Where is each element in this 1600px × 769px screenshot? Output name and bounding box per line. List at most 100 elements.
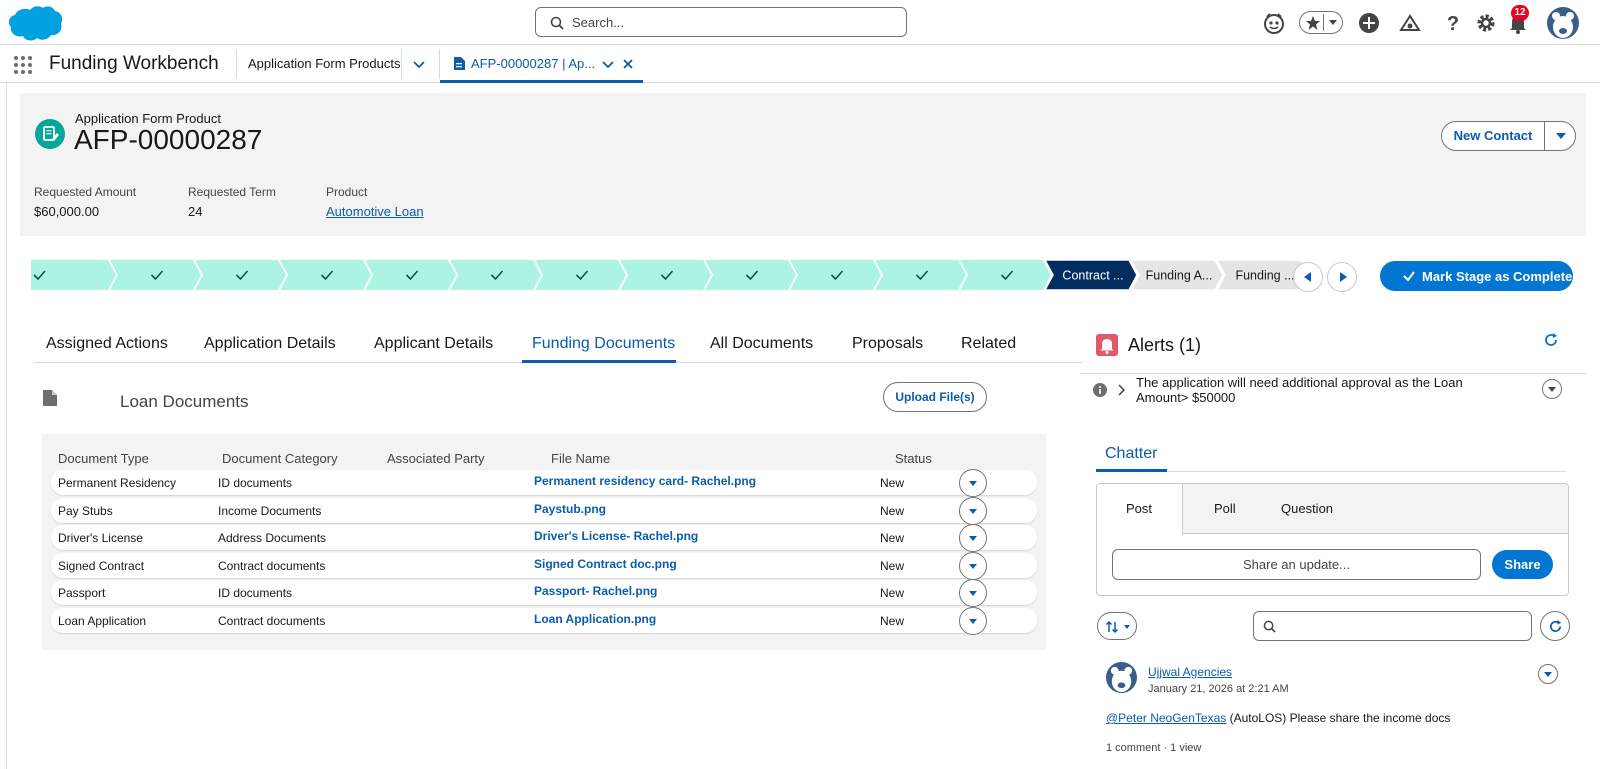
app-launcher-icon[interactable] — [13, 55, 33, 75]
row-actions-menu[interactable] — [959, 606, 987, 635]
alert-actions-menu[interactable] — [1542, 379, 1562, 399]
path-step-complete[interactable] — [875, 260, 966, 290]
tab-proposals[interactable]: Proposals — [852, 335, 923, 353]
svg-text:?: ? — [1447, 13, 1459, 35]
row-actions-menu[interactable] — [959, 524, 987, 552]
search-icon — [1263, 620, 1276, 633]
chevron-down-icon[interactable] — [601, 57, 615, 71]
publisher-tab-post-label: Post — [1126, 501, 1153, 516]
loan-documents-table: Document Type Document Category Associat… — [42, 434, 1046, 650]
gear-icon[interactable] — [1474, 11, 1498, 35]
chevron-down-icon — [969, 481, 977, 486]
tab-application-details[interactable]: Application Details — [204, 335, 336, 353]
chatter-publisher: Post Poll Question Share an update... Sh… — [1096, 483, 1569, 596]
share-update-input[interactable]: Share an update... — [1112, 549, 1481, 580]
refresh-icon[interactable] — [1543, 332, 1559, 348]
tab-related[interactable]: Related — [961, 335, 1016, 353]
publisher-tab-poll[interactable]: Poll — [1214, 501, 1236, 516]
tab-assigned-actions[interactable]: Assigned Actions — [46, 335, 168, 353]
row-actions-menu[interactable] — [959, 469, 987, 497]
app-name: Funding Workbench — [49, 53, 219, 74]
path-step-complete[interactable] — [535, 260, 626, 290]
user-avatar[interactable] — [1547, 7, 1579, 39]
document-type-cell: Permanent Residency — [58, 476, 177, 490]
path-step-complete[interactable] — [960, 260, 1051, 290]
path-steps: Contract ... Funding A... Funding ... — [31, 260, 1306, 290]
post-actions-menu[interactable] — [1538, 664, 1558, 684]
new-contact-button[interactable]: New Contact — [1441, 121, 1544, 151]
chevron-right-icon[interactable] — [1116, 384, 1126, 396]
active-tab-indicator — [522, 360, 676, 363]
salesforce-logo[interactable] — [6, 4, 64, 42]
application-form-product-icon — [35, 119, 65, 149]
path-stage-label: Funding ... — [1235, 269, 1294, 283]
table-row: Signed Contract Contract documents Signed … — [51, 551, 1037, 580]
mention-link[interactable]: @Peter NeoGenTexas — [1106, 711, 1226, 725]
path-step-complete[interactable] — [705, 260, 796, 290]
tab-funding-documents[interactable]: Funding Documents — [532, 335, 675, 353]
tab-applicant-details[interactable]: Applicant Details — [374, 335, 493, 353]
path-step-complete[interactable] — [110, 260, 201, 290]
path-step-complete[interactable] — [450, 260, 541, 290]
chevron-down-icon[interactable] — [412, 57, 426, 71]
document-type-cell: Signed Contract — [58, 558, 145, 573]
help-icon[interactable]: ? — [1441, 11, 1465, 35]
file-name-link[interactable]: Paystub.png — [534, 502, 606, 516]
chevron-down-icon — [969, 536, 977, 541]
product-link[interactable]: Automotive Loan — [326, 204, 424, 219]
record-highlights-panel: Application Form Product AFP-00000287 Ne… — [20, 93, 1586, 236]
row-actions-menu[interactable] — [959, 579, 987, 607]
post-author-avatar[interactable] — [1106, 662, 1137, 693]
add-icon[interactable] — [1357, 11, 1381, 35]
file-name-link[interactable]: Driver's License- Rachel.png — [534, 529, 698, 543]
column-header: Document Type — [58, 451, 149, 466]
row-actions-menu[interactable] — [959, 496, 987, 525]
status-cell: New — [880, 558, 905, 573]
close-icon[interactable] — [621, 57, 635, 71]
chevron-down-icon[interactable] — [1328, 19, 1338, 27]
einstein-icon[interactable] — [1262, 11, 1286, 35]
document-type-cell: Pay Stubs — [58, 503, 113, 518]
file-name-link[interactable]: Passport- Rachel.png — [534, 584, 657, 598]
nav-tab-application-form-products[interactable]: Application Form Products — [248, 56, 400, 71]
upload-files-button[interactable]: Upload File(s) — [883, 382, 987, 412]
document-type-cell: Driver's License — [58, 531, 143, 545]
global-search-input[interactable]: Search... — [535, 7, 907, 37]
path-step-complete[interactable] — [365, 260, 456, 290]
feed-refresh-button[interactable] — [1540, 611, 1570, 641]
path-previous-button[interactable] — [1293, 262, 1323, 292]
post-author-link[interactable]: Ujjwal Agencies — [1148, 665, 1232, 679]
chevron-left-icon — [1304, 272, 1311, 282]
path-step-complete[interactable] — [280, 260, 371, 290]
file-name-link[interactable]: Loan Application.png — [534, 612, 656, 626]
notification-count-badge: 12 — [1511, 5, 1529, 21]
path-step-complete[interactable] — [620, 260, 711, 290]
loan-documents-title: Loan Documents — [120, 392, 249, 411]
star-icon[interactable] — [1305, 15, 1321, 31]
file-name-link[interactable]: Permanent residency card- Rachel.png — [534, 474, 756, 488]
file-name-link[interactable]: Signed Contract doc.png — [534, 557, 677, 571]
post-timestamp[interactable]: January 21, 2026 at 2:21 AM — [1148, 683, 1289, 695]
feed-sort-button[interactable] — [1097, 612, 1137, 640]
tab-chatter[interactable]: Chatter — [1105, 445, 1157, 463]
chevron-down-icon — [1544, 672, 1552, 677]
mark-stage-complete-button[interactable]: Mark Stage as Complete — [1380, 261, 1573, 291]
row-actions-menu[interactable] — [959, 551, 987, 580]
path-step-complete[interactable] — [195, 260, 286, 290]
favorites-button-group[interactable] — [1299, 11, 1343, 34]
record-actions-menu-button[interactable] — [1544, 121, 1576, 151]
path-stage-label: Contract ... — [1062, 269, 1123, 283]
bell-icon — [1096, 334, 1118, 356]
column-header: Status — [895, 451, 932, 466]
path-step-complete[interactable] — [790, 260, 881, 290]
path-step-complete[interactable] — [31, 260, 116, 290]
feed-search-input[interactable] — [1253, 611, 1532, 641]
path-next-button[interactable] — [1327, 262, 1357, 292]
tab-all-documents[interactable]: All Documents — [710, 335, 813, 353]
trailhead-icon[interactable] — [1398, 11, 1422, 35]
sort-icon — [1105, 620, 1119, 634]
publisher-tab-question[interactable]: Question — [1281, 501, 1333, 516]
nav-tab-record[interactable]: AFP-00000287 | Ap... — [440, 45, 643, 83]
share-button[interactable]: Share — [1492, 550, 1553, 579]
table-row: Driver's License Address Documents Driver'… — [51, 524, 1037, 552]
